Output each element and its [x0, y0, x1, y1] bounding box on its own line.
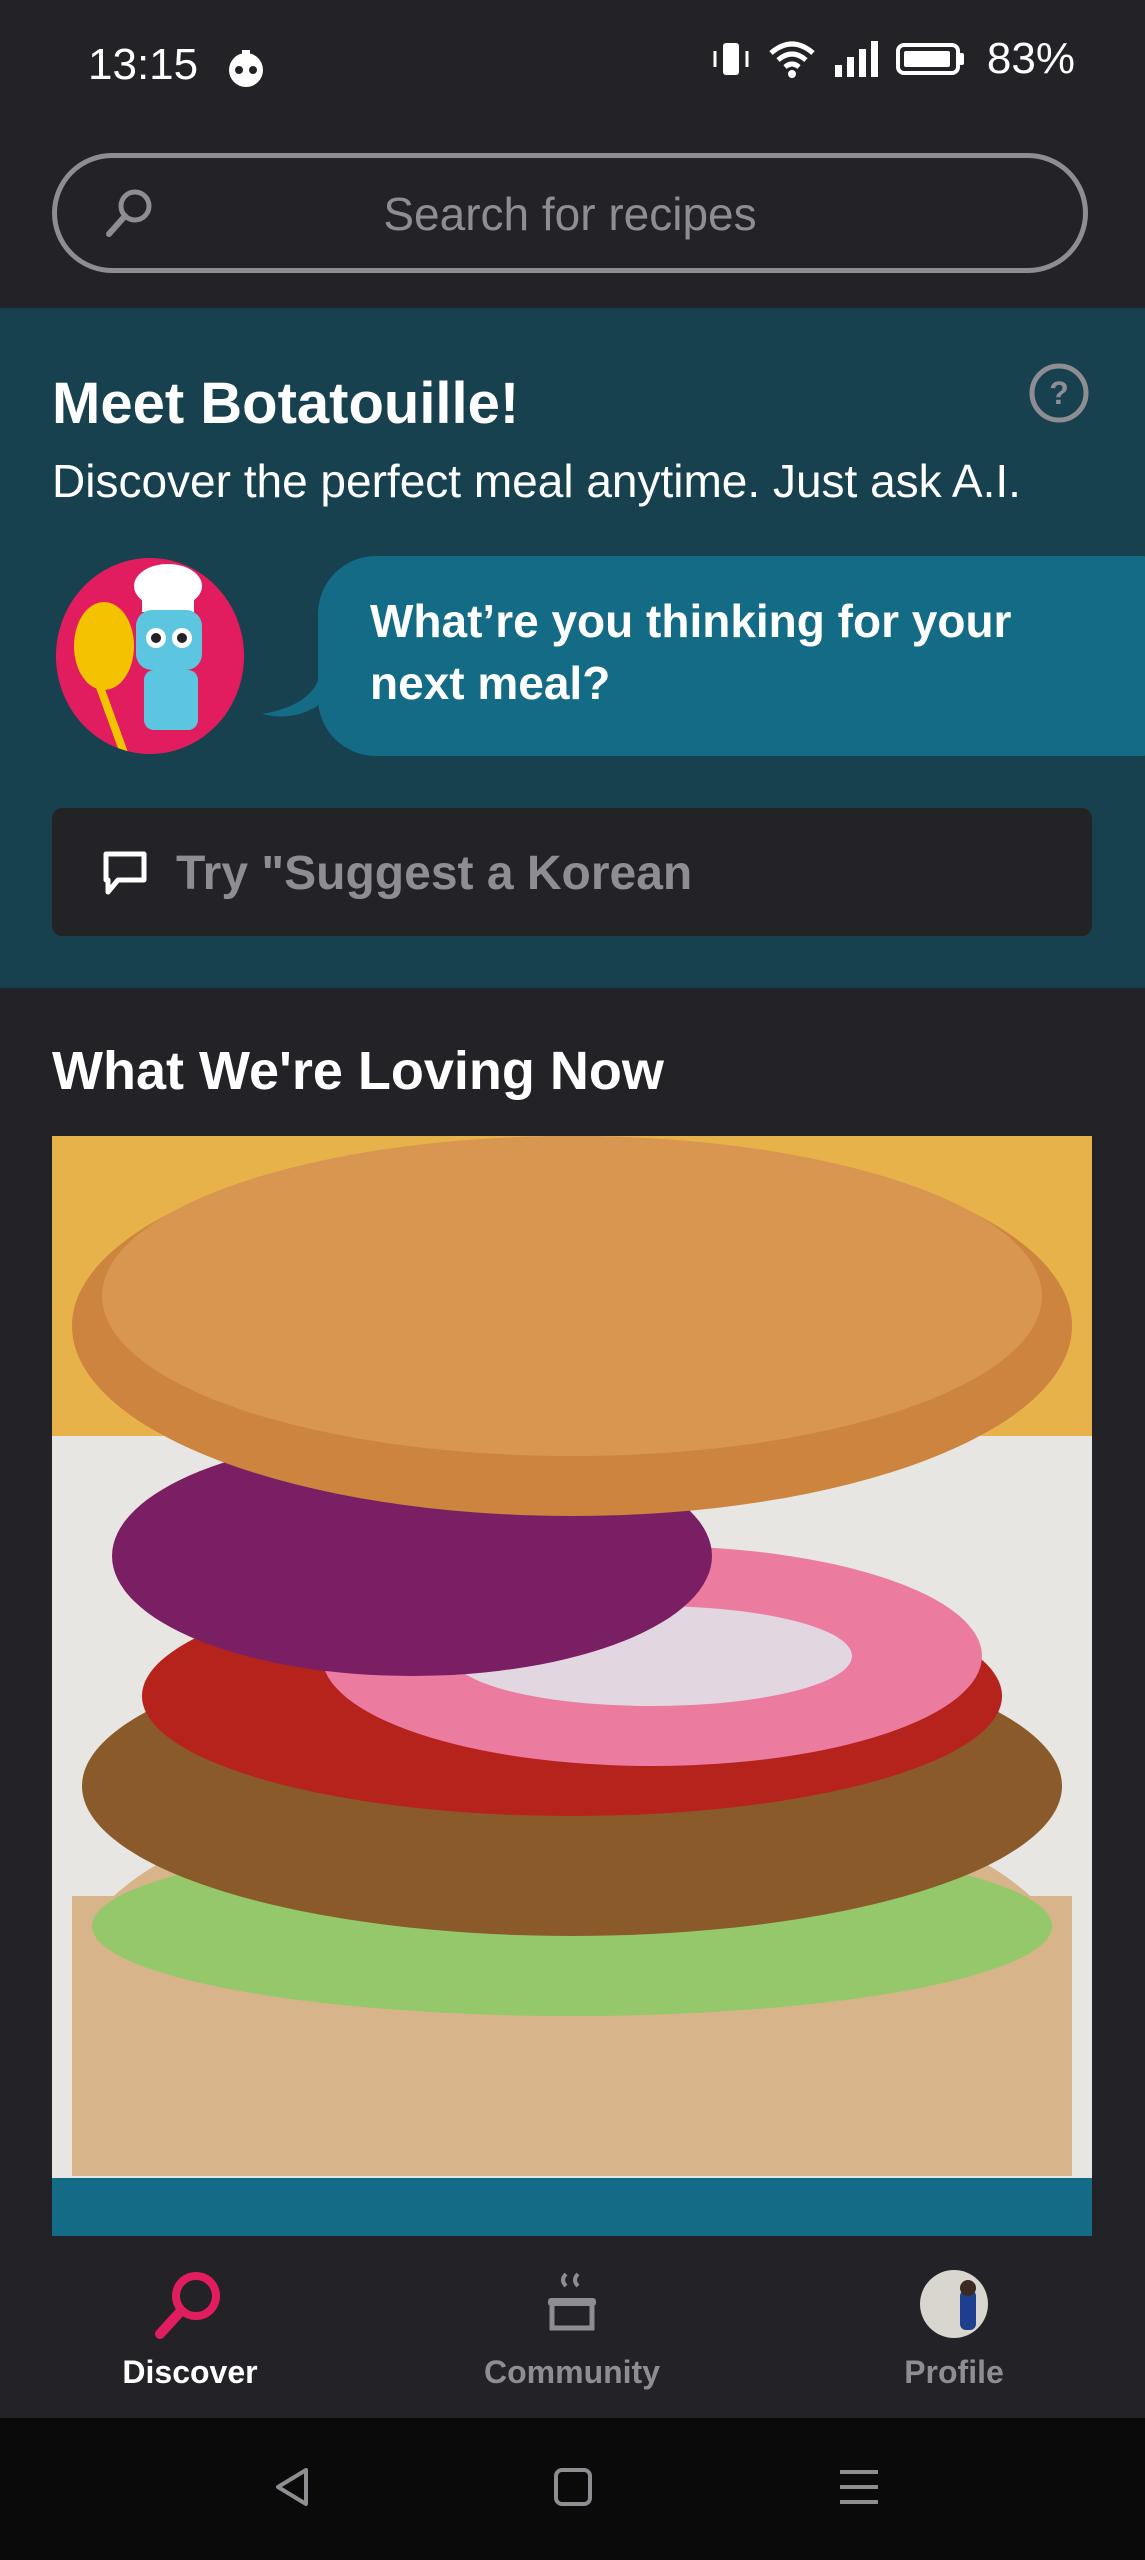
- botatouille-avatar: [56, 558, 244, 754]
- loving-now-title: What We're Loving Now: [52, 1041, 664, 1101]
- featured-recipe-card[interactable]: [52, 1136, 1092, 2236]
- avatar: [920, 2270, 988, 2338]
- nav-discover-label: Discover: [122, 2354, 258, 2390]
- status-icons: 83%: [709, 34, 1075, 84]
- nav-community[interactable]: Community: [422, 2236, 722, 2418]
- ask-ai-box[interactable]: [52, 808, 1092, 938]
- nav-discover[interactable]: Discover: [40, 2236, 340, 2418]
- help-icon[interactable]: ?: [1028, 362, 1090, 424]
- system-nav-bar: [0, 2418, 1145, 2560]
- pot-icon: [548, 2272, 596, 2331]
- status-time: 13:15: [88, 40, 199, 89]
- chat-icon: [103, 851, 147, 895]
- discover-search-icon: [155, 2272, 220, 2339]
- wifi-icon: [769, 41, 815, 78]
- status-bar: 13:15 83%: [0, 0, 1145, 140]
- veggie-burger-photo: [52, 1136, 1092, 2178]
- bottom-nav: Discover Community Profile: [0, 2236, 1145, 2418]
- search-bar[interactable]: [52, 153, 1088, 273]
- nav-profile[interactable]: Profile: [804, 2236, 1104, 2418]
- vibrate-icon: [713, 43, 749, 75]
- bot-icon: [229, 50, 263, 87]
- ask-ai-input[interactable]: [174, 808, 1058, 938]
- back-icon[interactable]: [268, 2462, 318, 2512]
- nav-profile-label: Profile: [904, 2354, 1004, 2390]
- botatouille-section: Meet Botatouille! ? Discover the perfect…: [0, 308, 1145, 988]
- nav-community-label: Community: [484, 2354, 660, 2390]
- section-subtitle: Discover the perfect meal anytime. Just …: [52, 455, 1021, 507]
- home-icon[interactable]: [548, 2462, 598, 2512]
- recents-icon[interactable]: [834, 2462, 884, 2512]
- search-input[interactable]: [57, 158, 1083, 270]
- svg-text:?: ?: [1049, 375, 1069, 411]
- signal-icon: [834, 41, 878, 77]
- chat-bubble-text: What’re you thinking for your next meal?: [370, 595, 1012, 709]
- chef-robot-icon: [56, 562, 244, 754]
- battery-percent: 83%: [986, 34, 1075, 83]
- battery-icon: [895, 43, 964, 75]
- section-title: Meet Botatouille!: [52, 371, 520, 436]
